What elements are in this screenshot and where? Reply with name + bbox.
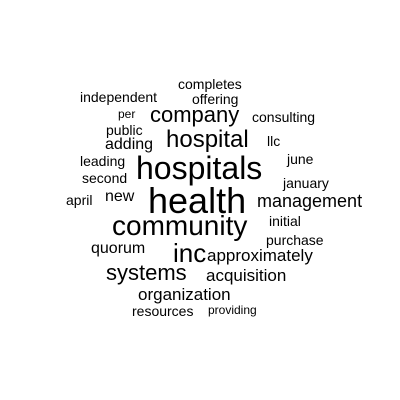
word-resources: resources xyxy=(132,303,194,319)
word-purchase: purchase xyxy=(266,232,324,248)
word-offering: offering xyxy=(192,91,239,107)
word-management: management xyxy=(257,191,363,211)
word-independent: independent xyxy=(80,89,158,105)
word-january: january xyxy=(283,175,329,191)
word-april: april xyxy=(66,192,93,208)
word-new: new xyxy=(105,188,135,205)
word-cloud: health hospitals community hospital inc … xyxy=(0,0,400,400)
word-consulting: consulting xyxy=(252,109,316,125)
word-public: public xyxy=(106,122,143,138)
word-providing: providing xyxy=(208,303,257,317)
word-approximately: approximately xyxy=(207,246,313,265)
word-company: company xyxy=(150,102,240,127)
word-hospital: hospital xyxy=(166,126,249,153)
word-adding: adding xyxy=(105,136,154,153)
word-quorum: quorum xyxy=(91,240,146,257)
word-june: june xyxy=(287,151,314,167)
word-acquisition: acquisition xyxy=(206,266,287,285)
word-systems: systems xyxy=(106,260,187,285)
word-community: community xyxy=(112,210,248,241)
word-per: per xyxy=(118,107,136,121)
word-completes: completes xyxy=(178,76,242,92)
word-llc: llc xyxy=(267,133,281,149)
word-hospitals: hospitals xyxy=(136,150,263,186)
word-initial: initial xyxy=(269,213,301,229)
word-organization: organization xyxy=(138,285,231,304)
word-leading: leading xyxy=(80,153,126,169)
word-second: second xyxy=(82,170,128,186)
